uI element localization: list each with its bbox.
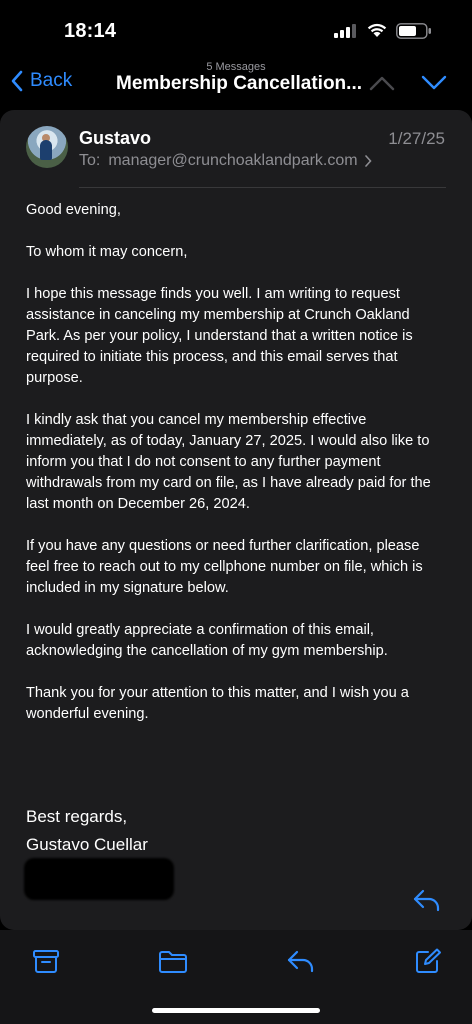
wifi-icon <box>367 23 387 37</box>
email-card: Gustavo 1/27/25 To: manager@crunchoaklan… <box>0 110 472 930</box>
reply-icon[interactable] <box>412 887 442 913</box>
folder-icon[interactable] <box>158 948 188 974</box>
page-title: Membership Cancellation... <box>116 73 362 94</box>
status-time: 18:14 <box>64 20 117 42</box>
back-button[interactable]: Back <box>10 70 72 92</box>
to-label: To: <box>79 152 101 169</box>
email-date: 1/27/25 <box>388 129 445 148</box>
closing-line: Best regards, <box>26 807 128 826</box>
archive-icon[interactable] <box>32 948 60 974</box>
cellular-signal-icon <box>334 24 356 38</box>
signature-name: Gustavo Cuellar <box>26 835 148 854</box>
battery-icon <box>396 23 431 39</box>
redacted-area <box>24 858 174 900</box>
back-label: Back <box>30 70 73 91</box>
recipient-address[interactable]: manager@crunchoaklandpark.com <box>108 152 357 170</box>
next-message-button[interactable] <box>420 72 448 94</box>
previous-message-button[interactable] <box>368 72 396 94</box>
sender-name[interactable]: Gustavo <box>79 128 151 149</box>
body-paragraph: I hope this message finds you well. I am… <box>26 286 413 386</box>
avatar-figure <box>40 140 52 160</box>
body-paragraph: I would greatly appreciate a confirmatio… <box>26 622 388 659</box>
home-indicator[interactable] <box>152 1008 320 1013</box>
email-body: Good evening, To whom it may concern, I … <box>26 200 446 746</box>
avatar <box>26 126 68 168</box>
body-paragraph: If you have any questions or need furthe… <box>26 538 423 596</box>
navigation-bar: 5 Messages Back Membership Cancellation.… <box>0 58 472 110</box>
body-paragraph: To whom it may concern, <box>26 244 188 260</box>
recipient-row[interactable]: To: manager@crunchoaklandpark.com <box>79 152 372 170</box>
chevron-left-icon <box>11 70 23 92</box>
chevron-right-icon <box>364 155 372 167</box>
status-bar: 18:14 <box>0 0 472 60</box>
header-divider <box>79 187 446 188</box>
reply-icon[interactable] <box>286 948 316 974</box>
body-paragraph: Good evening, <box>26 202 121 218</box>
body-paragraph: Thank you for your attention to this mat… <box>26 685 409 722</box>
compose-icon[interactable] <box>414 948 442 974</box>
signature: Best regards, Gustavo Cuellar <box>26 803 148 859</box>
body-paragraph: I kindly ask that you cancel my membersh… <box>26 412 431 512</box>
